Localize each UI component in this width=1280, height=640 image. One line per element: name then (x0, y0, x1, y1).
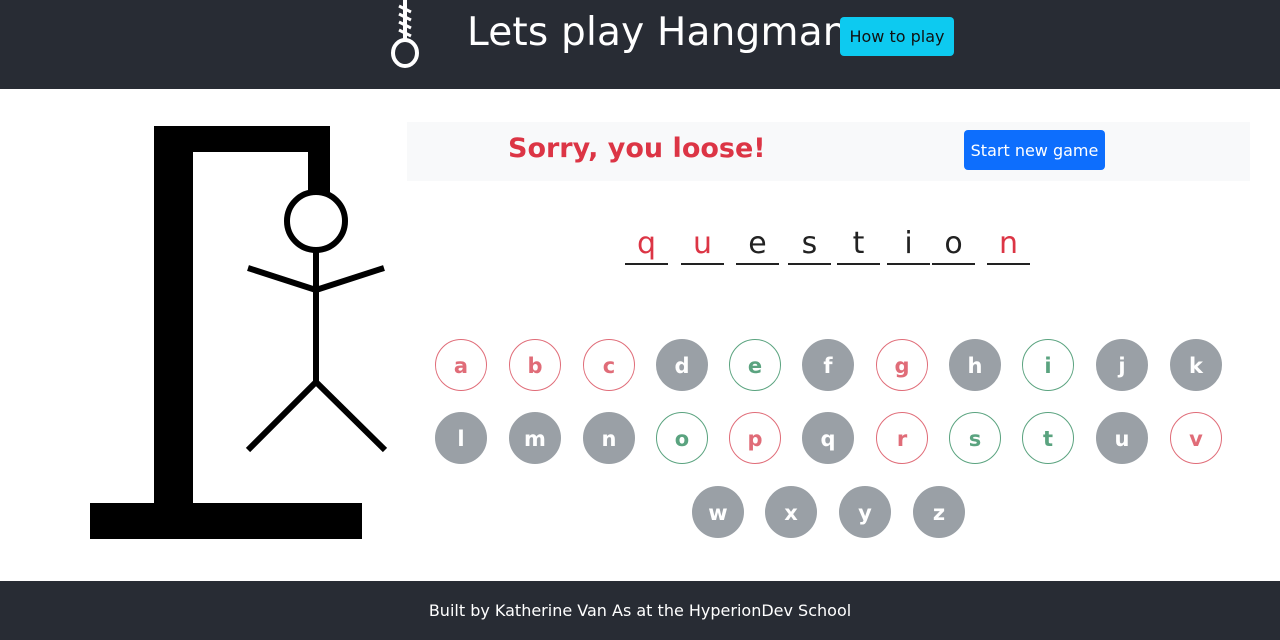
word-letter-slot: i (887, 222, 930, 265)
page-title: Lets play Hangman (467, 10, 848, 55)
hangman-head (284, 189, 348, 253)
gallows-beam (154, 126, 330, 152)
letter-key-s[interactable]: s (949, 412, 1001, 464)
word-letter-slot: o (932, 222, 975, 265)
word-letter-slot: n (987, 222, 1030, 265)
letter-key-w[interactable]: w (692, 486, 744, 538)
letter-key-e[interactable]: e (729, 339, 781, 391)
letter-key-t[interactable]: t (1022, 412, 1074, 464)
status-message: Sorry, you loose! (508, 133, 766, 164)
footer: Built by Katherine Van As at the Hyperio… (0, 581, 1280, 640)
gallows-post (154, 126, 193, 506)
letter-key-h[interactable]: h (949, 339, 1001, 391)
letter-key-g[interactable]: g (876, 339, 928, 391)
letter-key-l[interactable]: l (435, 412, 487, 464)
letter-key-j[interactable]: j (1096, 339, 1148, 391)
game-status-bar: Sorry, you loose! Start new game (407, 122, 1250, 181)
hangman-left-leg (245, 379, 319, 453)
letter-key-c[interactable]: c (583, 339, 635, 391)
word-letter-slot: t (837, 222, 880, 265)
letter-key-o[interactable]: o (656, 412, 708, 464)
letter-key-p[interactable]: p (729, 412, 781, 464)
noose-icon (391, 0, 419, 68)
hangman-right-leg (313, 379, 388, 453)
gallows-base (90, 503, 362, 539)
letter-key-n[interactable]: n (583, 412, 635, 464)
hangman-left-arm (247, 265, 317, 293)
header: Lets play Hangman How to play (0, 0, 1280, 89)
hangman-drawing (90, 126, 388, 539)
word-letter-slot: q (625, 222, 668, 265)
letter-key-v[interactable]: v (1170, 412, 1222, 464)
letter-key-q[interactable]: q (802, 412, 854, 464)
letter-key-i[interactable]: i (1022, 339, 1074, 391)
letter-key-d[interactable]: d (656, 339, 708, 391)
start-new-game-button[interactable]: Start new game (964, 130, 1105, 170)
letter-key-u[interactable]: u (1096, 412, 1148, 464)
letter-key-m[interactable]: m (509, 412, 561, 464)
word-letter-slot: u (681, 222, 724, 265)
word-letter-slot: e (736, 222, 779, 265)
hangman-right-arm (315, 265, 385, 293)
gallows-rope (308, 126, 330, 192)
letter-key-x[interactable]: x (765, 486, 817, 538)
letter-key-k[interactable]: k (1170, 339, 1222, 391)
letter-key-f[interactable]: f (802, 339, 854, 391)
letter-key-a[interactable]: a (435, 339, 487, 391)
letter-key-z[interactable]: z (913, 486, 965, 538)
how-to-play-button[interactable]: How to play (840, 17, 954, 56)
letter-key-b[interactable]: b (509, 339, 561, 391)
letter-key-r[interactable]: r (876, 412, 928, 464)
letter-key-y[interactable]: y (839, 486, 891, 538)
word-letter-slot: s (788, 222, 831, 265)
footer-credit: Built by Katherine Van As at the Hyperio… (428, 601, 852, 620)
